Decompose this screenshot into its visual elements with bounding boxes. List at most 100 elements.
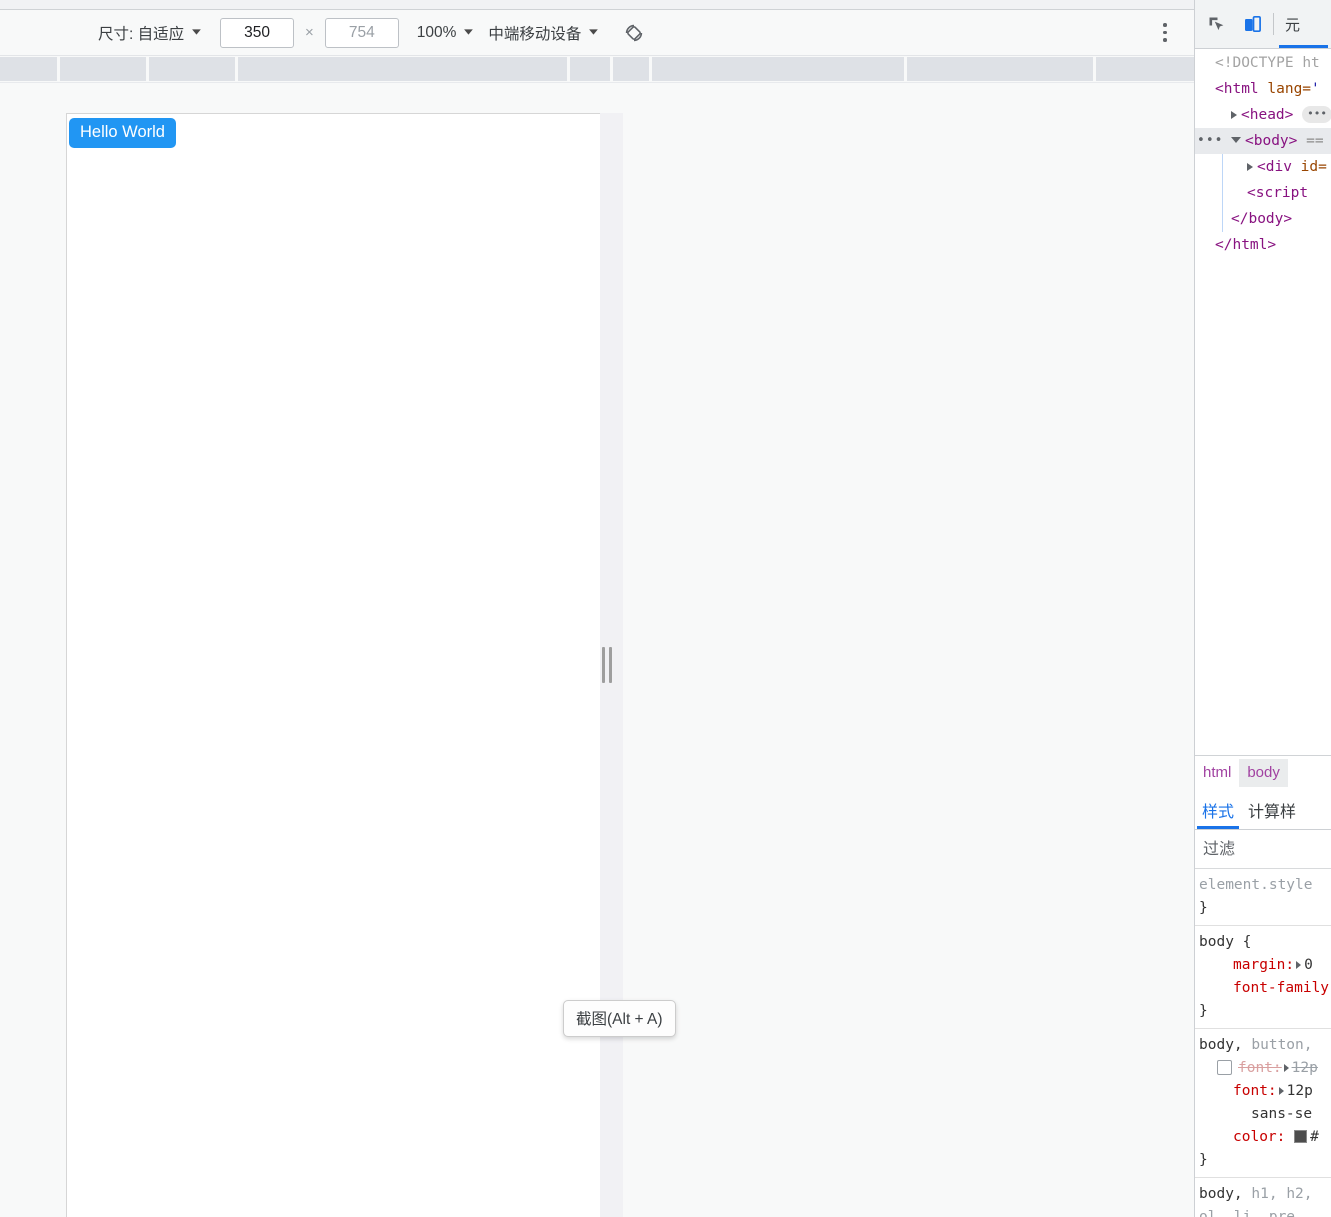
kebab-menu-icon (1163, 38, 1167, 42)
styles-filter-row (1195, 831, 1331, 869)
hello-world-badge[interactable]: Hello World (69, 118, 176, 149)
viewport-height-input[interactable] (324, 17, 399, 48)
network-throttling-selector[interactable]: 中端移动设备 ▼ (488, 22, 602, 44)
rule-body[interactable]: body { margin: 0 font-family } (1195, 926, 1331, 1029)
doctype-rest: ht (1302, 55, 1320, 71)
rule-body-headings[interactable]: body, h1, h2, ol, li, pre, (1195, 1178, 1331, 1217)
tab-computed-styles[interactable]: 计算样 (1241, 790, 1303, 829)
div-id-attr: id= (1300, 159, 1327, 175)
rotate-device-icon[interactable] (619, 18, 649, 48)
dom-tree[interactable]: <!DOCTYPE ht <html lang=' <head> ••• < •… (1195, 50, 1331, 755)
media-query-segment[interactable] (613, 57, 649, 81)
rule-selector-part: body, (1199, 1037, 1243, 1053)
device-toolbar-more-options-button[interactable] (1154, 18, 1176, 48)
dom-row-html-close[interactable]: </html> (1195, 232, 1331, 258)
chevron-down-icon: ▼ (189, 26, 204, 37)
device-emulation-pane: 尺寸: 自适应 ▼ × 100% ▼ 中端移动设备 ▼ (0, 0, 1194, 1217)
element-style-selector: element.style (1199, 877, 1313, 893)
dom-row-body[interactable]: ••• <body> == (1195, 128, 1331, 154)
dom-row-body-close[interactable]: </body> (1195, 206, 1331, 232)
div-tag-name: div (1265, 159, 1292, 175)
media-query-segment[interactable] (149, 57, 235, 81)
rule-selector-part: h1, (1251, 1186, 1278, 1202)
resize-handle-bar (602, 647, 605, 683)
expand-triangle-icon[interactable] (1247, 163, 1253, 171)
viewport-width-input[interactable] (220, 17, 295, 48)
dimension-separator: × (305, 24, 314, 41)
dom-row-script[interactable]: <script (1195, 180, 1331, 206)
property-font-struck-value[interactable]: 12p (1292, 1060, 1318, 1076)
devtools-tab-bar: 元 (1195, 0, 1331, 49)
media-query-ruler[interactable] (0, 56, 1194, 83)
property-color[interactable]: color: (1233, 1129, 1285, 1145)
rule-selector: body { (1199, 934, 1252, 950)
devtools-panel: 元 <!DOCTYPE ht <html lang=' <head> ••• <… (1194, 0, 1331, 1217)
body-close-tag: </body> (1231, 211, 1293, 227)
media-query-segment[interactable] (0, 57, 57, 81)
zoom-selector[interactable]: 100% ▼ (417, 24, 476, 42)
chevron-down-icon: ▼ (586, 26, 602, 37)
property-font-value-cont[interactable]: sans-se (1251, 1106, 1312, 1122)
throttling-label: 中端移动设备 (488, 25, 582, 43)
media-query-segment[interactable] (238, 57, 567, 81)
property-margin-value[interactable]: 0 (1304, 957, 1313, 973)
styles-filter-input[interactable] (1195, 839, 1325, 860)
media-query-segment[interactable] (570, 57, 610, 81)
device-size-label: 尺寸: 自适应 (98, 25, 185, 43)
rule-selector-line2: ol, li, pre, (1199, 1209, 1304, 1217)
media-query-segment[interactable] (907, 57, 1093, 81)
inspect-element-icon[interactable] (1201, 9, 1231, 39)
breadcrumb-item-html[interactable]: html (1195, 759, 1239, 787)
attr-quote: ' (1311, 81, 1320, 97)
node-menu-icon[interactable]: ••• (1197, 128, 1223, 154)
rule-selector-part: body, (1199, 1186, 1243, 1202)
toggle-device-toolbar-icon[interactable] (1237, 9, 1267, 39)
html-close-tag: </html> (1215, 237, 1277, 253)
property-enable-checkbox[interactable] (1217, 1059, 1232, 1075)
color-swatch-icon[interactable] (1294, 1129, 1308, 1143)
tab-elements[interactable]: 元 (1278, 0, 1329, 48)
media-query-segment[interactable] (652, 57, 904, 81)
resize-handle-bar (609, 647, 612, 683)
emulated-page-viewport[interactable]: Hello World (66, 113, 600, 1217)
styles-sidebar-tabs: 样式 计算样 (1195, 790, 1331, 830)
dom-breadcrumb: html body (1195, 755, 1331, 790)
property-font-family[interactable]: font-family (1233, 980, 1329, 996)
script-tag-name: script (1255, 185, 1309, 201)
screenshot-tooltip: 截图(Alt + A) (563, 1000, 676, 1037)
property-margin[interactable]: margin: (1233, 957, 1294, 973)
property-color-value[interactable]: # (1310, 1129, 1319, 1145)
expand-triangle-icon[interactable] (1296, 961, 1302, 969)
device-mode-toolbar: 尺寸: 自适应 ▼ × 100% ▼ 中端移动设备 ▼ (0, 10, 1194, 56)
media-query-segment[interactable] (1096, 57, 1194, 81)
toolbar-divider (1273, 13, 1274, 35)
dom-row-html[interactable]: <html lang=' (1195, 76, 1331, 102)
dom-row-doctype[interactable]: <!DOCTYPE ht (1195, 50, 1331, 76)
dom-row-div[interactable]: <div id= (1195, 154, 1331, 180)
media-query-segment[interactable] (60, 57, 146, 81)
viewport-width-resizer[interactable] (598, 643, 616, 687)
expand-triangle-icon[interactable] (1278, 1087, 1284, 1095)
html-lang-attr: lang= (1267, 81, 1312, 97)
rule-close-brace: } (1199, 900, 1208, 916)
collapse-triangle-icon[interactable] (1231, 137, 1241, 143)
collapsed-content-icon[interactable]: ••• (1302, 105, 1331, 123)
device-size-selector[interactable]: 尺寸: 自适应 ▼ (98, 22, 204, 44)
breadcrumb-item-body[interactable]: body (1239, 759, 1288, 787)
rule-element-style[interactable]: element.style } (1195, 869, 1331, 926)
browser-top-strip (0, 0, 1194, 10)
expand-triangle-icon[interactable] (1283, 1064, 1289, 1072)
property-font-value[interactable]: 12p (1287, 1083, 1313, 1099)
rule-selector-part: h2, (1286, 1186, 1313, 1202)
doctype-text: <!DOCTYPE (1215, 55, 1294, 71)
devtools-window: 尺寸: 自适应 ▼ × 100% ▼ 中端移动设备 ▼ (0, 0, 1331, 1217)
kebab-menu-icon (1163, 30, 1167, 35)
styles-rules-list[interactable]: element.style } body { margin: 0 font-fam… (1195, 869, 1331, 1217)
property-font[interactable]: font: (1233, 1083, 1277, 1099)
body-tag-name: body (1253, 133, 1289, 149)
tab-styles[interactable]: 样式 (1195, 790, 1241, 829)
dom-row-head[interactable]: <head> ••• < (1195, 102, 1331, 128)
expand-triangle-icon[interactable] (1231, 111, 1237, 119)
rule-body-button[interactable]: body, button, font: 12p font: 12p sans-se … (1195, 1029, 1331, 1178)
property-font-struck[interactable]: font: (1238, 1060, 1282, 1076)
